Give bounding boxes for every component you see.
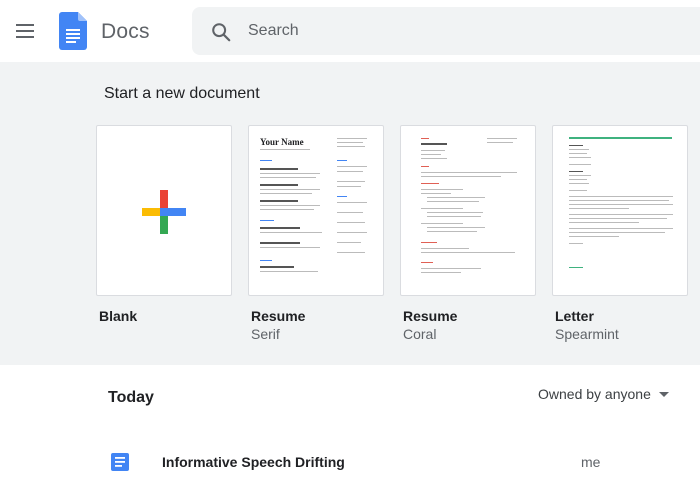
thumbnail-heading: Your Name [260,137,304,147]
section-title-today: Today [108,389,154,406]
document-icon [111,453,129,471]
app-header: Docs [0,0,700,62]
app-title[interactable]: Docs [101,20,150,44]
template-letter-spearmint[interactable]: Letter Spearmint [552,125,688,342]
template-subtitle: Coral [403,326,437,342]
plus-icon [142,190,186,234]
document-owner: me [581,454,601,470]
template-thumbnail[interactable]: Your Name [248,125,384,296]
menu-bar [16,30,34,32]
search-input[interactable] [248,7,688,55]
template-name: Resume [403,308,458,324]
template-resume-serif[interactable]: Your Name Resume Serif [248,125,384,342]
owner-filter-dropdown[interactable]: Owned by anyone [538,386,669,402]
template-thumbnail[interactable] [400,125,536,296]
docs-logo-icon[interactable] [59,12,87,50]
menu-bar [16,24,34,26]
document-row[interactable]: Informative Speech Drifting me [0,440,700,484]
template-name: Blank [99,308,138,324]
search-bar[interactable] [192,7,700,55]
menu-bar [16,36,34,38]
document-name: Informative Speech Drifting [162,454,345,470]
caret-down-icon [658,391,669,397]
template-subtitle: Spearmint [555,326,619,342]
template-gallery: Start a new document Blank Your Name Res… [0,62,700,365]
main-menu-button[interactable] [9,15,41,47]
template-name: Letter [555,308,594,324]
gallery-title: Start a new document [104,85,260,102]
template-resume-coral[interactable]: Resume Coral [400,125,536,342]
search-icon[interactable] [210,21,232,43]
template-blank[interactable]: Blank [96,125,232,324]
template-subtitle: Serif [251,326,280,342]
owner-filter-label: Owned by anyone [538,386,651,402]
template-name: Resume [251,308,306,324]
template-thumbnail[interactable] [552,125,688,296]
template-thumbnail[interactable] [96,125,232,296]
